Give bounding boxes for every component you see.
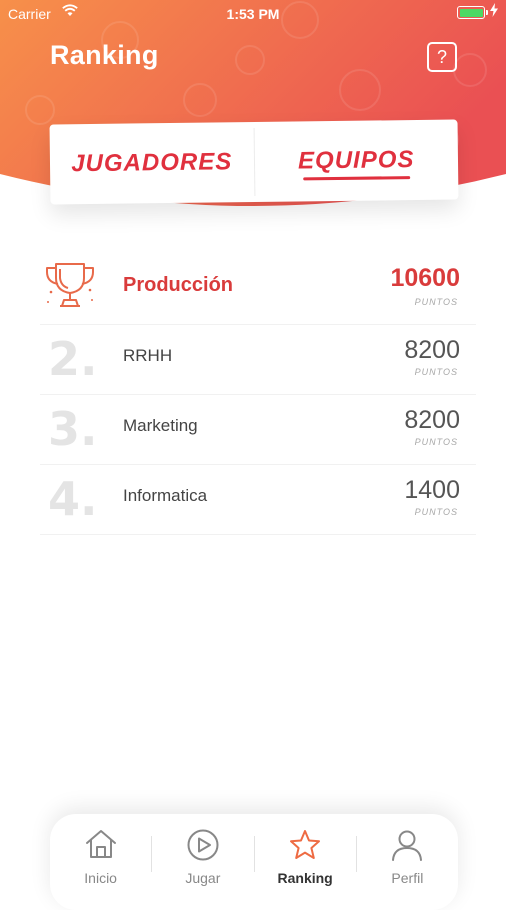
bottom-tab-bar: Inicio Jugar Ranking Perfil — [50, 814, 458, 910]
ranking-row[interactable]: 4. Informatica 1400 PUNTOS — [40, 464, 476, 535]
active-tab-indicator — [302, 176, 411, 181]
status-bar: Carrier 1:53 PM — [0, 0, 506, 28]
points-unit-label: PUNTOS — [414, 367, 458, 377]
ranking-row[interactable]: 2. RRHH 8200 PUNTOS — [40, 324, 476, 395]
trophy-icon — [46, 263, 94, 307]
team-points: 1400 — [404, 476, 460, 504]
page-title: Ranking — [50, 40, 159, 70]
home-icon — [85, 830, 116, 858]
tab-jugar-label: Jugar — [185, 870, 221, 886]
help-button[interactable]: ? — [427, 42, 457, 72]
ranking-row[interactable]: Producción 10600 PUNTOS — [40, 254, 476, 325]
tab-jugadores-label: JUGADORES — [71, 148, 233, 178]
tab-perfil[interactable]: Perfil — [357, 814, 458, 910]
points-unit-label: PUNTOS — [414, 297, 458, 307]
charging-icon — [490, 3, 498, 17]
team-points: 8200 — [404, 406, 460, 434]
team-name: Marketing — [123, 416, 198, 435]
rank-position: 3. — [48, 402, 98, 456]
tab-jugadores[interactable]: JUGADORES — [50, 122, 254, 204]
rank-position: 4. — [48, 472, 98, 526]
team-points: 8200 — [404, 336, 460, 364]
tab-ranking[interactable]: Ranking — [255, 814, 356, 910]
ranking-row[interactable]: 3. Marketing 8200 PUNTOS — [40, 394, 476, 465]
tab-equipos-label: EQUIPOS — [297, 146, 415, 175]
team-name: Producción — [123, 274, 234, 296]
star-icon — [290, 830, 321, 859]
team-name: Informatica — [123, 486, 208, 505]
rank-position: 2. — [48, 332, 98, 386]
user-icon — [392, 830, 423, 861]
tab-jugar[interactable]: Jugar — [152, 814, 253, 910]
points-unit-label: PUNTOS — [414, 437, 458, 447]
ranking-tabs: JUGADORES EQUIPOS — [49, 119, 459, 205]
points-unit-label: PUNTOS — [414, 507, 458, 517]
team-points: 10600 — [390, 264, 460, 292]
tab-inicio-label: Inicio — [84, 870, 117, 886]
team-name: RRHH — [123, 346, 173, 365]
tab-equipos[interactable]: EQUIPOS — [254, 120, 458, 202]
tab-inicio[interactable]: Inicio — [50, 814, 151, 910]
play-icon — [187, 829, 219, 861]
tab-perfil-label: Perfil — [391, 870, 424, 886]
tab-ranking-label: Ranking — [277, 870, 333, 886]
status-time: 1:53 PM — [226, 6, 280, 22]
battery-icon — [457, 6, 488, 19]
